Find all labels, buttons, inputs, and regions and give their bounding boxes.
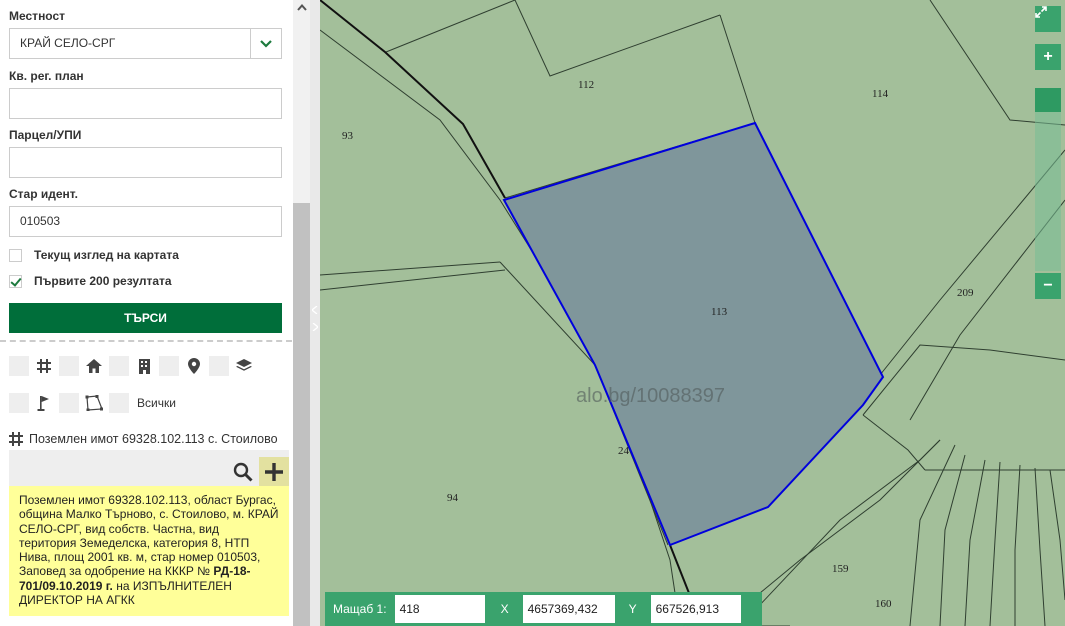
parcel-label-160: 160	[875, 598, 892, 610]
parcel-label-209: 209	[957, 287, 974, 299]
parcel-input[interactable]	[9, 147, 282, 178]
locality-label: Местност	[9, 9, 66, 23]
locality-select[interactable]: КРАЙ СЕЛО-СРГ	[9, 28, 282, 59]
x-coordinate-field[interactable]: 4657369,432	[522, 595, 615, 623]
zoom-slider[interactable]	[1035, 88, 1061, 271]
zoom-out-button[interactable]: −	[1035, 273, 1061, 299]
cadastral-map	[320, 0, 1065, 626]
fullscreen-button[interactable]	[1035, 6, 1061, 32]
zoom-in-button[interactable]: +	[1035, 44, 1061, 70]
grid-icon	[9, 432, 23, 446]
y-coordinate-field[interactable]: 667526,913	[650, 595, 741, 623]
result-title-row[interactable]: Поземлен имот 69328.102.113 с. Стоилово	[9, 428, 289, 450]
tool-checkbox[interactable]	[59, 393, 79, 413]
grid-icon[interactable]	[31, 356, 57, 376]
all-label: Всички	[137, 396, 176, 410]
first200-checkbox[interactable]	[9, 274, 22, 288]
tool-checkbox[interactable]	[209, 356, 229, 376]
tool-row-2: Всички	[9, 393, 176, 413]
parcel-label-112: 112	[578, 79, 595, 91]
parcel-label-24: 24	[618, 445, 629, 457]
layers-icon[interactable]	[231, 356, 257, 376]
cadastral-plan-label: Кв. рег. план	[9, 69, 84, 83]
panel-scrollbar-thumb[interactable]	[293, 203, 310, 626]
watermark: alo.bg/10088397	[576, 385, 726, 407]
flag-icon[interactable]	[31, 393, 57, 413]
search-button[interactable]: ТЪРСИ	[9, 303, 282, 333]
search-icon	[233, 462, 253, 482]
scroll-up-arrow-icon[interactable]	[293, 0, 310, 14]
home-icon[interactable]	[81, 356, 107, 376]
first200-label: Първите 200 резултата	[34, 274, 172, 288]
parcel-label-159: 159	[832, 563, 849, 575]
result-title: Поземлен имот 69328.102.113 с. Стоилово	[29, 432, 278, 446]
selected-parcel-113[interactable]	[502, 121, 885, 547]
current-view-checkbox[interactable]	[9, 248, 22, 262]
search-panel: Местност КРАЙ СЕЛО-СРГ Кв. рег. план Пар…	[0, 0, 310, 626]
current-view-option[interactable]: Текущ изглед на картата	[9, 248, 179, 262]
panel-splitter[interactable]	[310, 0, 320, 626]
scale-input[interactable]: 418	[394, 595, 485, 623]
tool-checkbox[interactable]	[59, 356, 79, 376]
tool-checkbox[interactable]	[9, 393, 29, 413]
zoom-to-result-button[interactable]	[229, 458, 257, 486]
parcel-label-94: 94	[447, 492, 458, 504]
tool-checkbox[interactable]	[159, 356, 179, 376]
parcel-label-114: 114	[872, 88, 889, 100]
polygon-icon[interactable]	[81, 393, 107, 413]
building-icon[interactable]	[131, 356, 157, 376]
zoom-slider-handle[interactable]	[1035, 88, 1061, 112]
first200-option[interactable]: Първите 200 резултата	[9, 274, 172, 288]
expand-right-arrow-icon[interactable]	[311, 322, 319, 332]
map-canvas[interactable]: 112 114 93 113 209 24 94 159 160 11 alo.…	[320, 0, 1065, 626]
all-checkbox[interactable]	[109, 393, 129, 413]
parcel-label-93: 93	[342, 130, 353, 142]
old-id-label: Стар идент.	[9, 187, 78, 201]
parcel-label-113: 113	[711, 306, 728, 318]
plus-icon	[265, 462, 283, 481]
add-result-button[interactable]	[259, 457, 289, 486]
parcel-label: Парцел/УПИ	[9, 128, 82, 142]
tool-checkbox[interactable]	[109, 356, 129, 376]
old-id-input[interactable]: 010503	[9, 206, 282, 237]
tool-row-1	[9, 356, 259, 376]
y-label: Y	[628, 602, 637, 616]
current-view-label: Текущ изглед на картата	[34, 248, 179, 262]
divider	[0, 340, 292, 342]
expand-icon	[1035, 6, 1047, 18]
result-item[interactable]: Поземлен имот 69328.102.113 с. Стоилово	[9, 428, 289, 486]
coordinate-bar: Мащаб 1: 418 X 4657369,432 Y 667526,913	[325, 592, 762, 626]
result-info-box: Поземлен имот 69328.102.113, област Бург…	[9, 486, 289, 616]
chevron-down-icon[interactable]	[250, 29, 281, 58]
cadastral-plan-input[interactable]	[9, 88, 282, 119]
scale-label: Мащаб 1:	[333, 602, 387, 616]
locality-select-value: КРАЙ СЕЛО-СРГ	[20, 36, 116, 50]
collapse-left-arrow-icon[interactable]	[311, 305, 319, 315]
x-label: X	[500, 602, 509, 616]
tool-checkbox[interactable]	[9, 356, 29, 376]
map-pin-icon[interactable]	[181, 356, 207, 376]
